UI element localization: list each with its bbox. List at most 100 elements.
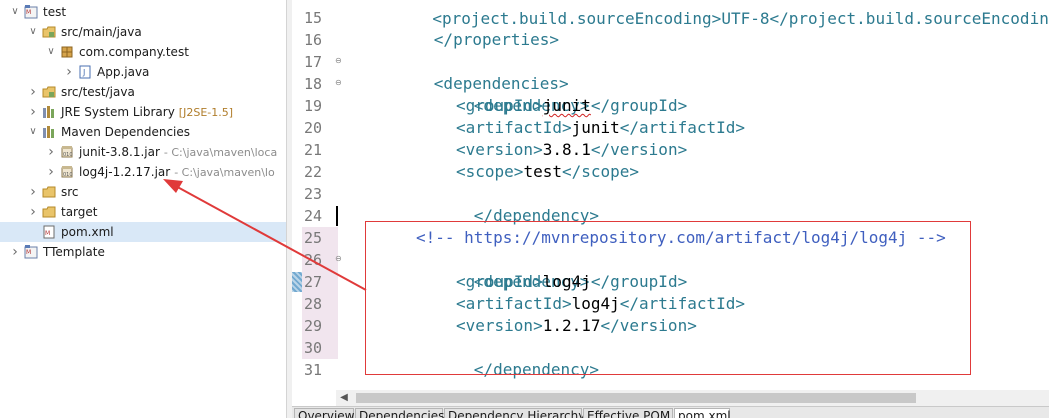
tree-item-ttemplate[interactable]: › M TTemplate <box>0 242 286 262</box>
chevron-right-icon[interactable]: › <box>8 242 22 262</box>
chevron-down-icon[interactable]: ∨ <box>44 42 58 62</box>
tree-item-label: test <box>43 2 66 22</box>
tab-pom-xml[interactable]: pom.xml <box>674 408 731 418</box>
tree-item-decoration: - C:\java\maven\loca <box>163 146 278 159</box>
xml-file-icon: M <box>42 225 56 239</box>
text-caret <box>336 206 338 226</box>
code-line-15: </properties> <box>433 30 560 49</box>
java-file-icon: J <box>78 65 92 79</box>
library-icon <box>42 125 56 139</box>
tree-item-label: JRE System Library [J2SE-1.5] <box>61 102 233 123</box>
folder-icon <box>42 205 56 219</box>
tree-item-name: JRE System Library <box>61 105 175 119</box>
line-number: 15 <box>304 9 323 27</box>
tree-item-src-main-java[interactable]: ∨ src/main/java <box>0 22 286 42</box>
line-number-gutter: 15 16 17 ⊖ 18 ⊖ 19 20 21 22 23 24 25 26 ⊖ 27 28 29 30 31 <box>302 0 342 390</box>
package-icon <box>60 45 74 59</box>
tab-effective-pom[interactable]: Effective POM <box>583 408 673 418</box>
line-number: 30 <box>302 337 338 359</box>
svg-text:M: M <box>26 249 31 256</box>
chevron-right-icon[interactable]: › <box>26 102 40 122</box>
maven-project-icon: M <box>24 5 38 19</box>
scrollbar-thumb[interactable] <box>356 393 916 403</box>
tree-item-decoration: - C:\java\maven\lo <box>174 166 275 179</box>
tree-item-app-java[interactable]: › J App.java <box>0 62 286 82</box>
chevron-right-icon[interactable]: › <box>44 162 58 182</box>
chevron-right-icon[interactable]: › <box>26 82 40 102</box>
code-line-21: <version>3.8.1</version> <box>456 140 688 159</box>
tree-item-name: src/test/java <box>61 85 135 99</box>
line-number: 17 <box>304 53 323 71</box>
tree-item-label: junit-3.8.1.jar - C:\java\maven\loca <box>79 142 277 163</box>
tab-overview[interactable]: Overview <box>294 408 355 418</box>
chevron-right-icon[interactable]: › <box>62 62 76 82</box>
chevron-right-icon[interactable]: › <box>26 202 40 222</box>
horizontal-scrollbar[interactable]: ◀ <box>336 390 1049 406</box>
tree-item-name: com.company.test <box>79 45 189 59</box>
tab-dependency-hierarchy[interactable]: Dependency Hierarchy <box>444 408 585 418</box>
library-icon <box>42 105 56 119</box>
editor-page-tabs: Overview Dependencies Dependency Hierarchy… <box>292 406 1049 418</box>
scroll-left-icon[interactable]: ◀ <box>336 390 352 406</box>
tree-item-label: com.company.test <box>79 42 189 62</box>
tree-item-maven-dependencies[interactable]: ∨ Maven Dependencies <box>0 122 286 142</box>
jar-icon: 010 <box>60 145 74 159</box>
tree-item-label: src/test/java <box>61 82 135 102</box>
tree-item-log4j-jar[interactable]: › 010 log4j-1.2.17.jar - C:\java\maven\lo <box>0 162 286 182</box>
code-line-22: <scope>test</scope> <box>456 162 640 181</box>
tree-item-name: Maven Dependencies <box>61 125 191 139</box>
overview-ruler <box>292 0 302 390</box>
tree-item-name: TTemplate <box>43 245 105 259</box>
svg-text:010: 010 <box>63 172 73 178</box>
tree-item-pom-xml[interactable]: Mpom.xml <box>0 222 286 242</box>
tree-item-target[interactable]: › target <box>0 202 286 222</box>
svg-text:M: M <box>45 230 50 237</box>
source-folder-icon <box>42 85 56 99</box>
line-number: 20 <box>304 119 323 137</box>
maven-project-icon: M <box>24 245 38 259</box>
tree-item-name: log4j-1.2.17.jar <box>79 165 171 179</box>
svg-text:010: 010 <box>63 152 73 158</box>
line-number: 18 <box>304 75 323 93</box>
tree-item-name: junit-3.8.1.jar <box>79 145 160 159</box>
jar-icon: 010 <box>60 165 74 179</box>
svg-text:M: M <box>26 9 31 16</box>
tree-item-com-company-test[interactable]: ∨ com.company.test <box>0 42 286 62</box>
line-number: 19 <box>304 97 323 115</box>
tree-item-label: pom.xml <box>61 222 114 242</box>
tree-item-junit-jar[interactable]: › 010 junit-3.8.1.jar - C:\java\maven\loca <box>0 142 286 162</box>
tree-item-label: target <box>61 202 98 222</box>
chevron-down-icon[interactable]: ∨ <box>26 22 40 42</box>
tree-item-name: test <box>43 5 67 19</box>
chevron-down-icon[interactable]: ∨ <box>8 2 22 22</box>
line-number: 28 <box>302 293 338 315</box>
line-number: 29 <box>302 315 338 337</box>
tree-item-name: App.java <box>97 65 150 79</box>
tree-item-label: log4j-1.2.17.jar - C:\java\maven\lo <box>79 162 275 183</box>
tree-item-name: target <box>61 205 98 219</box>
tree-item-jre-system-library[interactable]: › JRE System Library [J2SE-1.5] <box>0 102 286 122</box>
line-number: 27 <box>302 271 338 293</box>
tree-item-label: src <box>61 182 79 202</box>
chevron-right-icon[interactable]: › <box>44 142 58 162</box>
code-line-20: <artifactId>junit</artifactId> <box>456 118 745 137</box>
tree-item-test[interactable]: ∨ Mtest <box>0 2 286 22</box>
tree-item-src[interactable]: › src <box>0 182 286 202</box>
line-number: 25 <box>302 227 338 249</box>
project-explorer: ∨ Mtest ∨ src/main/java ∨ com.company.test › J A… <box>0 0 287 418</box>
tree-item-src-test-java[interactable]: › src/test/java <box>0 82 286 102</box>
line-number: 24 <box>304 207 323 225</box>
change-marker <box>292 272 302 292</box>
chevron-down-icon[interactable]: ∨ <box>26 122 40 142</box>
line-number: 21 <box>304 141 323 159</box>
tree-item-name: pom.xml <box>61 225 114 239</box>
annotation-highlight-box <box>365 221 971 375</box>
chevron-right-icon[interactable]: › <box>26 182 40 202</box>
code-line-23: </dependency> <box>473 206 600 225</box>
tree-item-label: src/main/java <box>61 22 142 42</box>
code-line-17: <dependencies> <box>433 74 569 93</box>
line-number: 16 <box>304 31 323 49</box>
line-number: 31 <box>304 361 323 379</box>
tab-dependencies[interactable]: Dependencies <box>355 408 444 418</box>
tree-item-decoration: [J2SE-1.5] <box>178 106 234 119</box>
